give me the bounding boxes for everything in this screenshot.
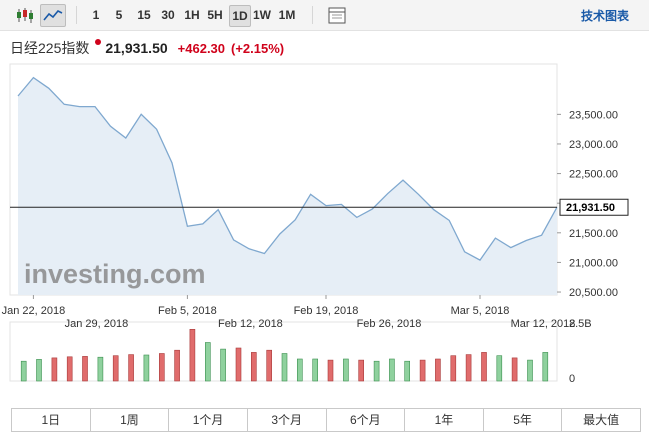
- volume-bar: [450, 355, 457, 382]
- volume-bar: [419, 359, 426, 382]
- volume-bar: [266, 349, 273, 382]
- volume-bar: [235, 347, 242, 382]
- price-change: +462.30: [177, 41, 226, 56]
- x-tick-label: Jan 22, 2018: [2, 305, 66, 317]
- toolbar-divider: [76, 6, 77, 24]
- volume-y-tick-label: 2.5B: [569, 318, 592, 330]
- line-chart-icon[interactable]: [40, 4, 66, 27]
- interval-button-1h[interactable]: 1H: [182, 5, 202, 25]
- y-tick-label: 21,000.00: [569, 257, 618, 269]
- volume-bar: [205, 342, 211, 382]
- volume-bar: [189, 328, 196, 382]
- interval-button-1d[interactable]: 1D: [229, 5, 251, 27]
- x-tick-label: Feb 26, 2018: [357, 318, 422, 330]
- volume-bar: [496, 355, 503, 382]
- volume-bar: [112, 355, 119, 382]
- volume-bar: [312, 358, 319, 382]
- volume-bar: [389, 358, 395, 382]
- instrument-name: 日经225指数: [10, 40, 90, 56]
- volume-bar: [51, 357, 58, 382]
- y-tick-label: 20,500.00: [569, 287, 618, 299]
- price-change-percent: (+2.15%): [231, 41, 285, 56]
- volume-bar: [159, 353, 165, 382]
- time-range-bar: 1日 1周 1个月 3个月 6个月 1年 5年 最大值: [11, 408, 641, 432]
- range-button-0[interactable]: 1日: [12, 409, 91, 431]
- volume-bar: [481, 352, 487, 382]
- volume-bar: [220, 348, 226, 382]
- x-tick-label: Jan 29, 2018: [65, 318, 129, 330]
- volume-bar: [527, 359, 533, 382]
- range-button-5[interactable]: 1年: [405, 409, 484, 431]
- candlestick-icon[interactable]: [12, 4, 38, 27]
- volume-bar: [435, 358, 441, 382]
- range-button-1[interactable]: 1周: [91, 409, 170, 431]
- instrument-header: 日经225指数 21,931.50 +462.30 (+2.15%): [10, 38, 290, 58]
- live-dot-icon: [95, 39, 102, 45]
- y-tick-label: 23,000.00: [569, 139, 618, 151]
- x-tick-label: Mar 12, 2018: [511, 318, 576, 330]
- volume-bar: [174, 349, 180, 382]
- volume-bar: [66, 356, 73, 382]
- volume-bar: [296, 358, 303, 382]
- volume-bar: [251, 352, 257, 382]
- interval-button-5[interactable]: 5: [111, 5, 127, 25]
- volume-bar: [327, 359, 334, 382]
- volume-bar: [97, 356, 104, 382]
- volume-bar: [542, 352, 549, 382]
- x-tick-label: Feb 12, 2018: [218, 318, 283, 330]
- volume-bar: [143, 354, 150, 382]
- volume-bar: [20, 360, 27, 382]
- last-price-label: 21,931.50: [566, 202, 615, 214]
- toolbar-divider: [312, 6, 313, 24]
- volume-bar: [82, 356, 88, 382]
- range-button-7[interactable]: 最大值: [562, 409, 640, 431]
- interval-button-1[interactable]: 1: [88, 5, 104, 25]
- price-chart[interactable]: investing.com 23,500.00 23,000.00 22,500.00…: [0, 62, 649, 400]
- volume-bar: [343, 358, 349, 382]
- volume-bar: [36, 359, 42, 382]
- interval-button-1w[interactable]: 1W: [252, 5, 272, 25]
- y-tick-label: 21,500.00: [569, 228, 618, 240]
- interval-button-15[interactable]: 15: [134, 5, 154, 25]
- interval-button-1m[interactable]: 1M: [276, 5, 298, 25]
- volume-bar: [358, 359, 365, 382]
- range-button-6[interactable]: 5年: [484, 409, 563, 431]
- range-button-4[interactable]: 6个月: [327, 409, 406, 431]
- y-tick-label: 23,500.00: [569, 109, 618, 121]
- y-tick-label: 22,500.00: [569, 169, 618, 181]
- interval-button-30[interactable]: 30: [158, 5, 178, 25]
- range-button-3[interactable]: 3个月: [248, 409, 327, 431]
- x-tick-label: Feb 19, 2018: [294, 305, 359, 317]
- x-tick-label: Feb 5, 2018: [158, 305, 217, 317]
- volume-y-tick-label: 0: [569, 373, 575, 385]
- technical-chart-link[interactable]: 技术图表: [581, 7, 629, 24]
- volume-bar: [373, 360, 380, 382]
- volume-bar: [404, 360, 411, 382]
- volume-bar: [465, 354, 472, 382]
- x-tick-label: Mar 5, 2018: [451, 305, 510, 317]
- volume-bar: [511, 357, 518, 382]
- range-button-2[interactable]: 1个月: [169, 409, 248, 431]
- watermark-logo: investing.com: [24, 259, 206, 289]
- interval-button-5h[interactable]: 5H: [205, 5, 225, 25]
- volume-bar: [128, 354, 134, 382]
- volume-bar: [281, 353, 288, 382]
- last-price: 21,931.50: [105, 40, 168, 56]
- chart-toolbar: 1 5 15 30 1H 5H 1D 1W 1M 技术图表: [0, 0, 649, 31]
- settings-panel-icon[interactable]: [324, 4, 350, 27]
